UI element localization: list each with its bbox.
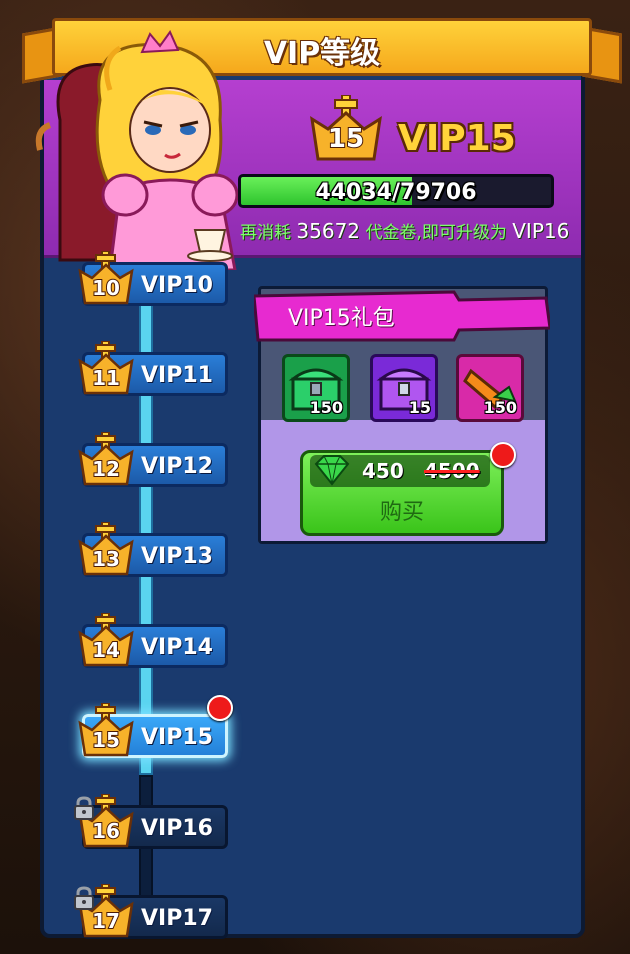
item-count: 15 [408,398,431,417]
crown-level-number: 17 [92,909,120,933]
vip-row-vip14[interactable]: 14 VIP14 [78,613,228,668]
crown-icon: 14 [78,613,134,667]
vip-row-label: VIP17 [141,906,213,931]
crown-icon: 15 [310,95,382,161]
vip-row-label: VIP15 [141,725,213,750]
crown-icon: 11 [78,341,134,395]
upgrade-hint: 再消耗 35672 代金卷,即可升级为 VIP16 [240,219,570,243]
vip-row-label: VIP10 [141,273,213,298]
crown-icon: 12 [78,432,134,486]
gift-item-2[interactable]: 15 [370,354,438,422]
vip-row-label: VIP16 [141,816,213,841]
notification-dot [207,695,233,721]
gift-item-1[interactable]: 150 [282,354,350,422]
crown-icon: 15 [78,703,134,757]
vip-row-vip12[interactable]: 12 VIP12 [78,432,228,487]
vip-row-label: VIP11 [141,363,213,388]
crown-level-number: 14 [92,638,120,662]
crown-level-number: 16 [92,819,120,843]
crown-level-number: 10 [92,276,120,300]
crown-icon: 13 [78,522,134,576]
item-count: 150 [483,398,517,417]
lock-icon [74,886,94,910]
crown-level-number: 12 [92,457,120,481]
vip-row-label: VIP12 [141,454,213,479]
vip-row-vip10[interactable]: 10 VIP10 [78,251,228,306]
notification-dot [490,442,516,468]
buy-button-label: 购买 [379,500,424,525]
sale-price: 450 [362,459,404,483]
progress-text: 44034/79706 [315,180,477,205]
crown-level-number: 13 [92,547,120,571]
vip-row-label: VIP14 [141,635,213,660]
crown-level-number: 15 [92,728,120,752]
vip-row-vip17[interactable]: 17 VIP17 [74,884,228,939]
vip-row-vip13[interactable]: 13 VIP13 [78,522,228,577]
vip-progress-bar: 44034/79706 [238,174,554,208]
vip-row-vip15[interactable]: 15 VIP15 [78,695,233,758]
item-count: 150 [309,398,343,417]
lock-icon [74,796,94,820]
green-gem-icon [314,455,350,486]
crown-icon: 10 [78,251,134,305]
gift-item-3[interactable]: 150 [456,354,524,422]
current-vip-label: VIP15 [398,118,516,159]
gift-pack-title: VIP15礼包 [288,306,395,331]
vip-row-vip16[interactable]: 16 VIP16 [74,794,228,849]
vip-row-vip11[interactable]: 11 VIP11 [78,341,228,396]
crown-level-number: 11 [92,366,120,390]
original-price: 4500 [424,459,480,483]
vip-row-label: VIP13 [141,544,213,569]
svg-text:15: 15 [328,124,364,154]
